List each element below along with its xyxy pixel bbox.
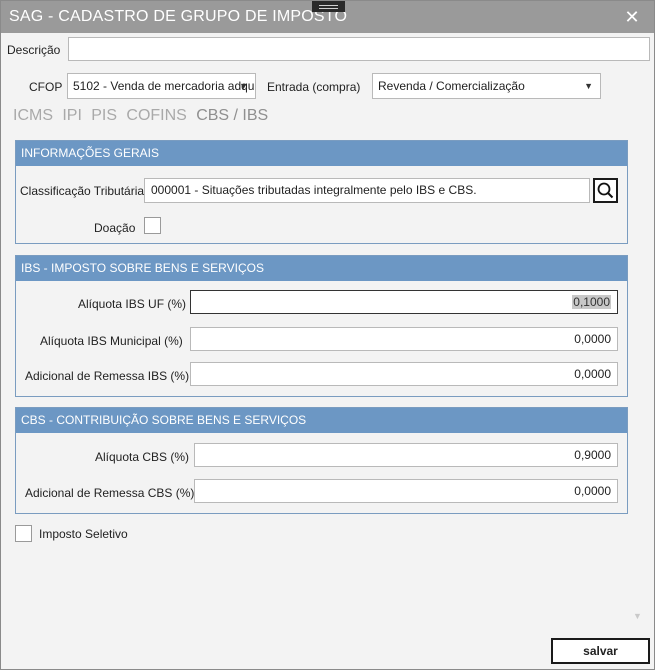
adicional-remessa-ibs-label: Adicional de Remessa IBS (%) (25, 369, 190, 383)
title-bar[interactable]: SAG - CADASTRO DE GRUPO DE IMPOSTO ✕ (1, 1, 654, 33)
entrada-label: Entrada (compra) (267, 80, 361, 94)
descricao-input[interactable] (68, 37, 650, 61)
drag-grip-icon[interactable] (312, 1, 345, 12)
entrada-select-value: Revenda / Comercialização (378, 79, 525, 93)
aliquota-cbs-label: Alíquota CBS (%) (95, 450, 190, 464)
close-icon[interactable]: ✕ (621, 6, 643, 28)
ibs-section: IBS - IMPOSTO SOBRE BENS E SERVIÇOS Alíq… (15, 255, 628, 397)
chevron-down-icon: ▼ (239, 81, 248, 91)
cbs-header: CBS - CONTRIBUIÇÃO SOBRE BENS E SERVIÇOS (16, 408, 627, 433)
tab-cbs-ibs[interactable]: CBS / IBS (196, 107, 268, 125)
tax-tabs: ICMS IPI PIS COFINS CBS / IBS (13, 107, 274, 131)
search-button[interactable] (593, 178, 618, 203)
doacao-checkbox[interactable] (144, 217, 161, 234)
aliquota-cbs-input[interactable]: 0,9000 (194, 443, 618, 467)
info-gerais-header: INFORMAÇÕES GERAIS (16, 141, 627, 166)
chevron-down-icon: ▼ (584, 81, 593, 91)
tab-icms[interactable]: ICMS (13, 107, 53, 125)
save-button[interactable]: salvar (551, 638, 650, 664)
cfop-select-value: 5102 - Venda de mercadoria adquirida (73, 79, 255, 93)
cbs-section: CBS - CONTRIBUIÇÃO SOBRE BENS E SERVIÇOS… (15, 407, 628, 514)
aliquota-ibs-uf-label: Alíquota IBS UF (%) (78, 297, 187, 311)
doacao-label: Doação (94, 221, 136, 235)
classificacao-label: Classificação Tributária (20, 184, 145, 198)
descricao-label: Descrição (7, 43, 61, 57)
ibs-header: IBS - IMPOSTO SOBRE BENS E SERVIÇOS (16, 256, 627, 281)
aliquota-ibs-uf-input[interactable]: 0,1000 (190, 290, 618, 314)
tab-ipi[interactable]: IPI (62, 107, 82, 125)
classificacao-field[interactable]: 000001 - Situações tributadas integralme… (144, 178, 590, 203)
aliquota-ibs-municipal-label: Alíquota IBS Municipal (%) (40, 334, 183, 348)
tab-cofins[interactable]: COFINS (126, 107, 186, 125)
info-gerais-section: INFORMAÇÕES GERAIS Classificação Tributá… (15, 140, 628, 244)
adicional-remessa-cbs-label: Adicional de Remessa CBS (%) (25, 486, 195, 500)
tab-pis[interactable]: PIS (91, 107, 117, 125)
aliquota-ibs-municipal-input[interactable]: 0,0000 (190, 327, 618, 351)
cfop-label: CFOP (29, 80, 63, 94)
window-title: SAG - CADASTRO DE GRUPO DE IMPOSTO (9, 8, 348, 25)
adicional-remessa-ibs-input[interactable]: 0,0000 (190, 362, 618, 386)
search-icon (597, 182, 614, 199)
scroll-down-icon[interactable]: ▼ (633, 611, 642, 621)
aliquota-ibs-uf-value: 0,1000 (572, 295, 611, 309)
dialog-window: SAG - CADASTRO DE GRUPO DE IMPOSTO ✕ Des… (0, 0, 655, 670)
entrada-select[interactable]: Revenda / Comercialização ▼ (372, 73, 601, 99)
dialog-content: Descrição CFOP 5102 - Venda de mercadori… (1, 33, 654, 669)
adicional-remessa-cbs-input[interactable]: 0,0000 (194, 479, 618, 503)
cfop-select[interactable]: 5102 - Venda de mercadoria adquirida ▼ (67, 73, 256, 99)
imposto-seletivo-label: Imposto Seletivo (39, 527, 128, 541)
imposto-seletivo-checkbox[interactable] (15, 525, 32, 542)
